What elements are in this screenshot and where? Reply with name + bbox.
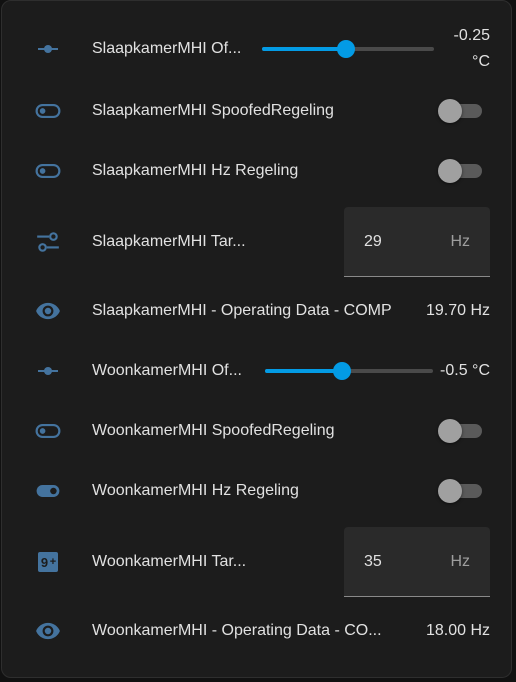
entity-state: 18.00 Hz (425, 622, 490, 639)
entity-state: 19.70 Hz (425, 302, 490, 319)
entity-row-woonkamer-spoofed: WoonkamerMHI SpoofedRegeling (2, 401, 511, 461)
entity-name[interactable]: WoonkamerMHI SpoofedRegeling (92, 422, 335, 440)
entity-name[interactable]: SlaapkamerMHI SpoofedRegeling (92, 102, 334, 120)
toggle-switch-icon[interactable] (32, 475, 64, 507)
slider-horizontal-icon[interactable] (32, 33, 64, 65)
toggle-switch-off-icon[interactable] (32, 95, 64, 127)
entity-row-woonkamer-target: 9 + WoonkamerMHI Tar... Hz (2, 527, 511, 597)
entity-row-slaapkamer-hz: SlaapkamerMHI Hz Regeling (2, 141, 511, 201)
entity-name[interactable]: SlaapkamerMHI Of... (92, 40, 241, 58)
numeric-9-plus-box-icon[interactable]: 9 + (32, 546, 64, 578)
entity-name[interactable]: SlaapkamerMHI - Operating Data - COMP (92, 302, 392, 320)
toggle-switch[interactable] (438, 99, 482, 123)
toggle-switch-off-icon[interactable] (32, 155, 64, 187)
entity-state: -0.25 °C (454, 23, 490, 75)
entity-state: -0.5 °C (440, 362, 490, 379)
svg-text:9: 9 (41, 555, 48, 570)
entity-row-woonkamer-comp: WoonkamerMHI - Operating Data - CO... 18… (2, 601, 511, 661)
entity-row-woonkamer-offset: WoonkamerMHI Of... -0.5 °C (2, 341, 511, 401)
entity-row-slaapkamer-offset: SlaapkamerMHI Of... -0.25 °C (2, 19, 511, 79)
svg-text:+: + (50, 556, 56, 568)
toggle-thumb[interactable] (438, 419, 462, 443)
toggle-switch[interactable] (438, 479, 482, 503)
entity-name[interactable]: WoonkamerMHI Hz Regeling (92, 482, 299, 500)
target-number-field[interactable]: Hz (344, 207, 490, 277)
toggle-switch-off-icon[interactable] (32, 415, 64, 447)
slider-thumb[interactable] (337, 40, 355, 58)
eye-icon[interactable] (32, 295, 64, 327)
entity-name[interactable]: SlaapkamerMHI Tar... (92, 233, 246, 251)
slider-thumb[interactable] (333, 362, 351, 380)
state-value: -0.25 (453, 27, 490, 44)
number-unit: Hz (450, 232, 470, 250)
toggle-switch[interactable] (438, 159, 482, 183)
slider-fill (265, 369, 342, 373)
slider-fill (262, 47, 346, 51)
offset-slider[interactable] (262, 39, 434, 59)
entity-row-slaapkamer-target: SlaapkamerMHI Tar... Hz (2, 207, 511, 277)
entities-card: SlaapkamerMHI Of... -0.25 °C SlaapkamerM… (1, 0, 512, 678)
state-unit: °C (472, 53, 490, 70)
offset-slider[interactable] (265, 361, 433, 381)
target-number-field[interactable]: Hz (344, 527, 490, 597)
number-unit: Hz (450, 552, 470, 570)
toggle-thumb[interactable] (438, 99, 462, 123)
tune-icon[interactable] (32, 226, 64, 258)
entity-row-slaapkamer-comp: SlaapkamerMHI - Operating Data - COMP 19… (2, 281, 511, 341)
entity-name[interactable]: WoonkamerMHI - Operating Data - CO... (92, 622, 382, 640)
entity-name[interactable]: WoonkamerMHI Tar... (92, 553, 246, 571)
entity-name[interactable]: SlaapkamerMHI Hz Regeling (92, 162, 298, 180)
entity-row-woonkamer-hz: WoonkamerMHI Hz Regeling (2, 461, 511, 521)
number-input[interactable] (364, 552, 424, 571)
entity-name[interactable]: WoonkamerMHI Of... (92, 362, 242, 380)
toggle-thumb[interactable] (438, 479, 462, 503)
entity-row-slaapkamer-spoofed: SlaapkamerMHI SpoofedRegeling (2, 81, 511, 141)
eye-icon[interactable] (32, 615, 64, 647)
slider-horizontal-icon[interactable] (32, 355, 64, 387)
toggle-switch[interactable] (438, 419, 482, 443)
number-input[interactable] (364, 232, 424, 251)
toggle-thumb[interactable] (438, 159, 462, 183)
